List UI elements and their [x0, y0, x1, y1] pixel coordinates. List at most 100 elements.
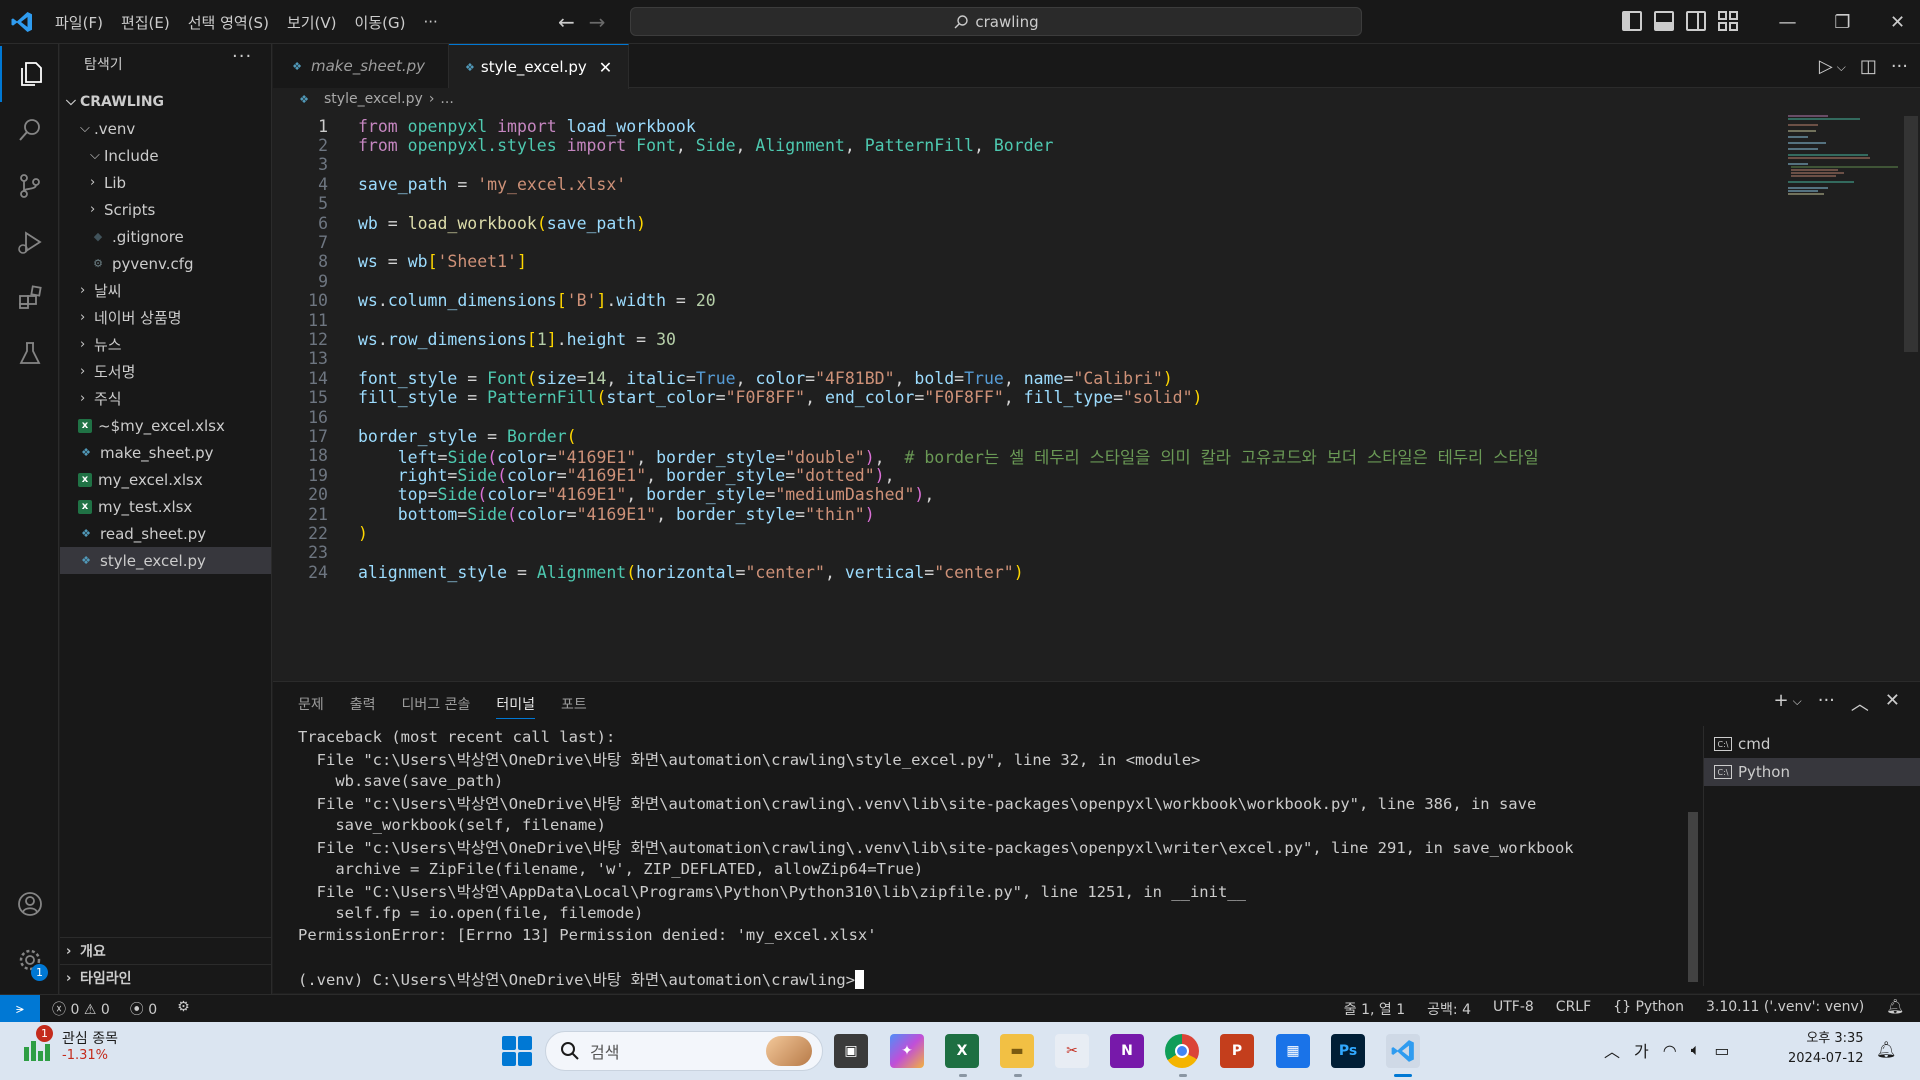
language-mode[interactable]: {} Python [1613, 999, 1684, 1019]
outline-section[interactable]: › 개요 [60, 937, 271, 964]
chrome-icon[interactable] [1165, 1034, 1199, 1068]
timeline-section[interactable]: › 타임라인 [60, 964, 271, 991]
vscode-taskbar-icon[interactable] [1386, 1034, 1420, 1068]
menu-selection[interactable]: 선택 영역(S) [179, 12, 278, 33]
terminal-dropdown-chevron-icon[interactable]: ⌵ [1793, 694, 1802, 716]
tree-folder-books[interactable]: › 도서명 [60, 358, 271, 385]
menu-view[interactable]: 보기(V) [278, 12, 346, 33]
menu-file[interactable]: 파일(F) [46, 12, 112, 33]
tree-folder-stocks[interactable]: › 주식 [60, 385, 271, 412]
more-actions-icon[interactable]: ··· [1891, 56, 1908, 77]
indentation[interactable]: 공백: 4 [1427, 999, 1471, 1019]
accounts-icon[interactable] [0, 876, 59, 932]
windows-start-icon[interactable] [502, 1036, 532, 1066]
command-center-search[interactable]: crawling [630, 7, 1362, 36]
extensions-icon[interactable] [0, 270, 59, 326]
tab-make-sheet[interactable]: ❖ make_sheet.py [273, 44, 449, 88]
toggle-primary-sidebar-icon[interactable] [1622, 11, 1642, 31]
calendar-icon[interactable]: ▦ [1276, 1034, 1310, 1068]
cursor-position[interactable]: 줄 1, 열 1 [1344, 999, 1405, 1019]
powerpoint-icon[interactable]: P [1220, 1034, 1254, 1068]
tree-folder-scripts[interactable]: › Scripts [60, 196, 271, 223]
tab-output[interactable]: 출력 [350, 694, 376, 719]
onenote-icon[interactable]: N [1110, 1034, 1144, 1068]
tree-folder-include[interactable]: ⌵ Include [60, 142, 271, 169]
tree-file-style-excel[interactable]: ❖ style_excel.py [60, 547, 271, 574]
tab-problems[interactable]: 문제 [298, 694, 324, 719]
taskbar-search[interactable]: 검색 [545, 1031, 823, 1071]
testing-icon[interactable] [0, 326, 59, 382]
restore-icon[interactable]: ❐ [1815, 0, 1870, 44]
file-explorer-icon[interactable]: ▬ [1000, 1034, 1034, 1068]
encoding[interactable]: UTF-8 [1493, 999, 1534, 1019]
minimize-icon[interactable]: — [1760, 0, 1815, 44]
new-terminal-plus-icon[interactable]: + [1774, 690, 1789, 716]
tree-file-pyvenv[interactable]: ⚙ pyvenv.cfg [60, 250, 271, 277]
customize-layout-icon[interactable] [1718, 11, 1738, 31]
run-file-icon[interactable]: ▷ [1819, 56, 1833, 77]
menu-edit[interactable]: 편집(E) [112, 12, 179, 33]
close-panel-icon[interactable]: ✕ [1885, 690, 1900, 716]
taskbar-notification-bell-icon[interactable]: 🔔︎ [1876, 1040, 1896, 1059]
terminal-item-cmd[interactable]: C:\ cmd [1704, 730, 1920, 758]
clock[interactable]: 오후 3:35 2024-07-12 [1788, 1029, 1864, 1069]
task-view-icon[interactable]: ▣ [834, 1034, 868, 1068]
maximize-panel-chevron-up-icon[interactable]: ︿ [1851, 690, 1869, 716]
tree-file-temp-excel[interactable]: x ~$my_excel.xlsx [60, 412, 271, 439]
tree-folder-news[interactable]: › 뉴스 [60, 331, 271, 358]
forward-arrow-icon[interactable]: → [589, 10, 606, 34]
explorer-more-icon[interactable]: ··· [232, 46, 252, 67]
tree-file-my-test[interactable]: x my_test.xlsx [60, 493, 271, 520]
wifi-icon[interactable]: ◠ [1663, 1041, 1677, 1060]
search-view-icon[interactable] [0, 102, 59, 158]
notifications-bell-icon[interactable]: 🔔︎ [1886, 999, 1904, 1019]
run-dropdown-chevron-icon[interactable]: ⌵ [1837, 60, 1846, 77]
minimap[interactable] [1788, 114, 1898, 204]
remote-window-icon[interactable]: ⪫ [0, 995, 40, 1022]
stock-widget[interactable]: 1 관심 종목 -1.31% [22, 1024, 118, 1063]
volume-icon[interactable]: 🔈︎ [1691, 1040, 1701, 1060]
workspace-root[interactable]: ⌵ CRAWLING [60, 88, 271, 115]
ime-indicator[interactable]: 가 [1634, 1038, 1649, 1062]
code-editor[interactable]: 1 from openpyxl import load_workbook 2 from… [273, 114, 1920, 680]
split-editor-icon[interactable]: ◫ [1860, 56, 1877, 77]
explorer-icon[interactable] [0, 46, 59, 102]
problems-status[interactable]: ⓧ 0 ⚠ 0 [52, 999, 110, 1019]
toggle-secondary-sidebar-icon[interactable] [1686, 11, 1706, 31]
tree-file-my-excel[interactable]: x my_excel.xlsx [60, 466, 271, 493]
excel-taskbar-icon[interactable]: X [945, 1034, 979, 1068]
terminal-item-python[interactable]: C:\ Python [1704, 758, 1920, 786]
tab-ports[interactable]: 포트 [561, 694, 587, 719]
terminal-output[interactable]: Traceback (most recent call last): File … [298, 726, 1678, 989]
tree-file-read-sheet[interactable]: ❖ read_sheet.py [60, 520, 271, 547]
tab-debug-console[interactable]: 디버그 콘솔 [402, 694, 471, 719]
battery-icon[interactable]: ▭ [1714, 1041, 1729, 1060]
close-window-icon[interactable]: ✕ [1870, 0, 1920, 44]
tree-folder-naver-product[interactable]: › 네이버 상품명 [60, 304, 271, 331]
tree-file-gitignore[interactable]: ◆ .gitignore [60, 223, 271, 250]
close-tab-icon[interactable]: ✕ [599, 58, 612, 77]
source-control-icon[interactable] [0, 158, 59, 214]
show-hidden-icons-chevron-icon[interactable]: ︿ [1604, 1038, 1620, 1062]
breadcrumb-symbols[interactable]: ... [440, 91, 453, 107]
panel-more-icon[interactable]: ··· [1818, 690, 1835, 716]
breadcrumb-file[interactable]: style_excel.py [324, 91, 423, 107]
tree-folder-lib[interactable]: › Lib [60, 169, 271, 196]
tree-file-make-sheet[interactable]: ❖ make_sheet.py [60, 439, 271, 466]
tab-terminal[interactable]: 터미널 [496, 694, 536, 719]
back-arrow-icon[interactable]: ← [558, 10, 575, 34]
menu-go[interactable]: 이동(G) [346, 12, 415, 33]
photoshop-icon[interactable]: Ps [1331, 1034, 1365, 1068]
python-interpreter[interactable]: 3.10.11 ('.venv': venv) [1706, 999, 1864, 1019]
editor-scrollbar[interactable] [1904, 116, 1918, 352]
run-debug-icon[interactable] [0, 214, 59, 270]
tree-folder-venv[interactable]: ⌵ .venv [60, 115, 271, 142]
tree-folder-weather[interactable]: › 날씨 [60, 277, 271, 304]
end-of-line[interactable]: CRLF [1556, 999, 1591, 1019]
snipping-tool-icon[interactable]: ✂ [1055, 1034, 1089, 1068]
tab-style-excel[interactable]: ❖ style_excel.py ✕ [449, 44, 629, 89]
menu-more[interactable]: ··· [414, 13, 446, 31]
toggle-panel-icon[interactable] [1654, 11, 1674, 31]
manage-gear-icon[interactable]: 1 [0, 932, 59, 988]
terminal-scrollbar[interactable] [1688, 812, 1698, 982]
